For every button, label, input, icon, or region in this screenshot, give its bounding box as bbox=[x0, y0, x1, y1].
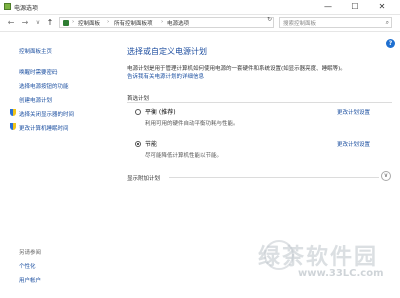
sidebar-item-display-off[interactable]: 选择关闭显示器的时间 bbox=[19, 110, 74, 118]
back-icon[interactable]: ← bbox=[6, 18, 16, 28]
address-bar: ← → ∨ ↑ › 控制面板 › 所有控制面板项 › 电源选项 ↻ 搜索控制面板… bbox=[0, 15, 400, 32]
up-icon[interactable]: ↑ bbox=[45, 18, 55, 28]
breadcrumb-separator: › bbox=[107, 19, 110, 25]
sidebar-item-user-accounts[interactable]: 用户帐户 bbox=[19, 276, 41, 284]
search-placeholder: 搜索控制面板 bbox=[283, 21, 317, 27]
help-icon[interactable]: ? bbox=[386, 39, 395, 48]
minimize-button[interactable]: — bbox=[318, 1, 338, 12]
plan-power-saver-name: 节能 bbox=[145, 141, 158, 148]
title-bar: 电源选项 — ☐ ✕ bbox=[0, 0, 400, 15]
sidebar-item-require-password[interactable]: 唤醒时需要密码 bbox=[19, 68, 58, 76]
page-title: 选择或自定义电源计划 bbox=[127, 47, 207, 56]
control-panel-icon bbox=[63, 20, 69, 26]
divider bbox=[127, 102, 392, 103]
recent-dropdown-icon[interactable]: ∨ bbox=[33, 18, 43, 28]
chevron-down-icon[interactable]: ∨ bbox=[381, 171, 391, 181]
divider bbox=[169, 177, 379, 178]
power-options-icon bbox=[4, 3, 11, 10]
plan-power-saver-radio[interactable] bbox=[135, 141, 141, 147]
sidebar-item-power-button[interactable]: 选择电源按钮的功能 bbox=[19, 82, 69, 90]
plan-balanced-desc: 利用可用的硬件自动平衡功耗与性能。 bbox=[145, 121, 239, 127]
breadcrumb-control-panel[interactable]: 控制面板 bbox=[78, 19, 100, 27]
breadcrumb-separator: › bbox=[161, 19, 164, 25]
search-input[interactable]: 搜索控制面板 ⌕ bbox=[279, 17, 392, 28]
show-additional-plans[interactable]: 显示附加计划 bbox=[127, 174, 160, 182]
breadcrumb-all-items[interactable]: 所有控制面板项 bbox=[114, 19, 153, 27]
maximize-button[interactable]: ☐ bbox=[345, 1, 365, 12]
breadcrumb[interactable]: › 控制面板 › 所有控制面板项 › 电源选项 bbox=[59, 17, 274, 28]
breadcrumb-separator: › bbox=[72, 19, 75, 25]
plan-balanced-name: 平衡 (推荐) bbox=[145, 109, 176, 116]
plan-balanced-radio[interactable] bbox=[135, 109, 141, 115]
close-button[interactable]: ✕ bbox=[372, 1, 392, 12]
forward-icon[interactable]: → bbox=[20, 18, 30, 28]
sidebar-item-control-panel-home[interactable]: 控制面板主页 bbox=[19, 47, 52, 55]
page-description: 电源计划是用于管理计算机如何使用电源的一套硬件和系统设置(如显示器亮度、睡眠等)… bbox=[127, 66, 346, 72]
preferred-plans-header: 首选计划 bbox=[127, 96, 150, 102]
plan-power-saver-change-link[interactable]: 更改计划设置 bbox=[337, 140, 370, 148]
shield-icon bbox=[10, 109, 16, 116]
watermark-text: 绿茶软件园 bbox=[258, 245, 379, 270]
sidebar: 控制面板主页 唤醒时需要密码 选择电源按钮的功能 创建电源计划 选择关闭显示器的… bbox=[0, 32, 112, 298]
shield-icon bbox=[10, 123, 16, 130]
sidebar-item-create-plan[interactable]: 创建电源计划 bbox=[19, 96, 52, 104]
sidebar-item-personalization[interactable]: 个性化 bbox=[19, 262, 36, 270]
window-title: 电源选项 bbox=[14, 5, 39, 12]
watermark-url: www.33LC.com bbox=[298, 268, 384, 279]
power-plan-info-link[interactable]: 告诉我有关电源计划的详细信息 bbox=[127, 72, 204, 80]
search-icon: ⌕ bbox=[385, 19, 389, 26]
plan-power-saver-desc: 尽可能降低计算机性能以节能。 bbox=[145, 153, 223, 159]
breadcrumb-power-options[interactable]: 电源选项 bbox=[167, 19, 189, 27]
plan-balanced-change-link[interactable]: 更改计划设置 bbox=[337, 108, 370, 116]
refresh-icon[interactable]: ↻ bbox=[267, 16, 272, 23]
sidebar-item-sleep-time[interactable]: 更改计算机睡眠时间 bbox=[19, 124, 69, 132]
see-also-label: 另请参阅 bbox=[19, 250, 42, 256]
